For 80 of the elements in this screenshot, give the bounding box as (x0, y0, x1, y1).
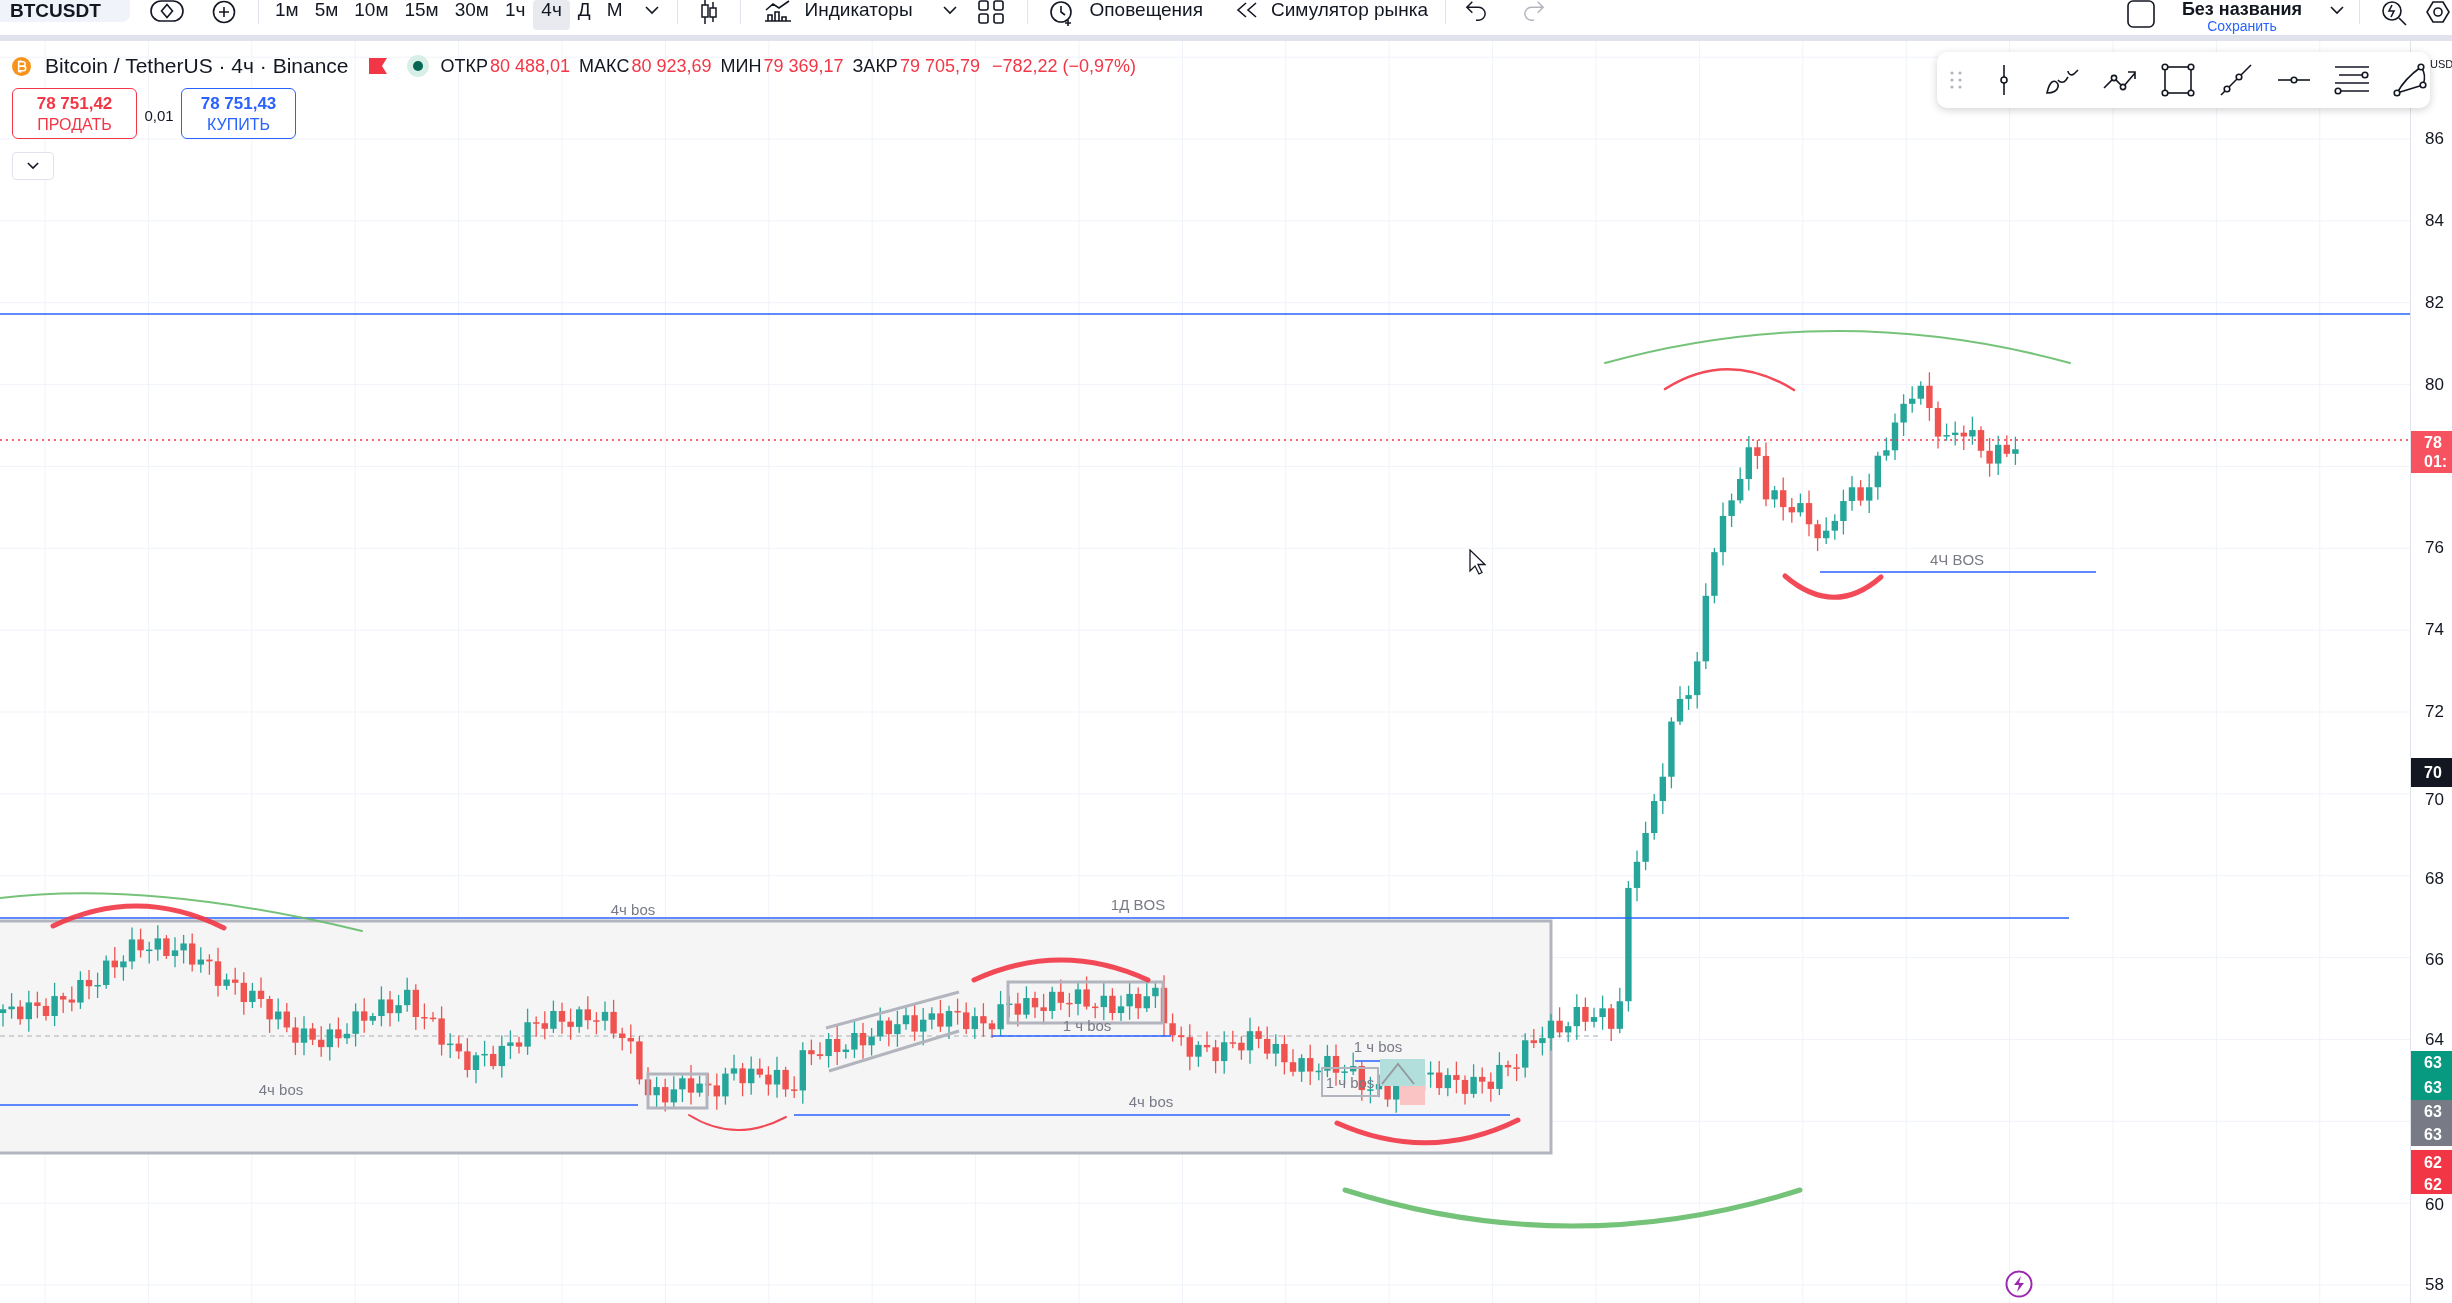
sell-button[interactable]: 78 751,42 ПРОДАТЬ (12, 88, 137, 139)
ohlc-value: 80 488,01 (490, 55, 571, 78)
currency-label: USD (2430, 57, 2452, 71)
collapse-button[interactable] (12, 152, 54, 180)
trend-line-icon[interactable] (2218, 62, 2254, 98)
drawing-label: 4ч bos (258, 1080, 304, 1098)
buy-button[interactable]: 78 751,43 КУПИТЬ (181, 88, 296, 139)
chevron-down-icon[interactable] (2330, 6, 2344, 15)
tag-text: 01: (2424, 452, 2449, 471)
arc-icon[interactable] (2392, 62, 2428, 98)
square-icon[interactable] (2126, 0, 2156, 28)
price-label: 68 (2425, 869, 2444, 889)
rewind-icon (1235, 2, 1259, 18)
coin-icon (12, 56, 31, 76)
drag-handle-icon[interactable] (1950, 71, 1962, 89)
interval-tab[interactable]: 10м (346, 0, 397, 30)
ohlc-value: 80 923,69 (631, 55, 712, 78)
replay-button[interactable]: Симулятор рынка (1235, 0, 1428, 20)
interval-tab[interactable]: 15м (396, 0, 447, 30)
grid-icon[interactable] (976, 0, 1005, 24)
chevron-down-icon[interactable] (942, 6, 957, 15)
tag-text: 63 (2424, 1102, 2443, 1121)
price-label: 58 (2425, 1275, 2444, 1295)
drawing-label: 4Ч BOS (1929, 550, 1985, 568)
tag-text: 70 (2424, 763, 2443, 782)
indicators-button[interactable]: Индикаторы (762, 0, 913, 22)
drawing-label: 4ч bos (1128, 1092, 1174, 1110)
price-label: 76 (2425, 538, 2444, 558)
tag-text: 63 (2424, 1125, 2443, 1144)
price-label: 64 (2425, 1030, 2444, 1050)
interval-tab[interactable]: М (598, 0, 631, 30)
candlestick-icon[interactable] (699, 0, 718, 24)
ohlc-label: МАКС (579, 55, 630, 78)
tag-text: 62 (2424, 1152, 2443, 1172)
symbol-title: Bitcoin / TetherUS · 4ч · Binance (45, 54, 349, 78)
layout-name-button[interactable]: Без названия Сохранить (2176, 0, 2308, 34)
price-label: 70 (2425, 790, 2444, 810)
ohlc-value: 79 369,17 (763, 55, 844, 78)
price-label: 82 (2425, 293, 2444, 313)
drawing-label: 1Д BOS (1110, 895, 1166, 913)
chevron-down-icon (27, 162, 39, 170)
chart-icon (762, 0, 793, 22)
ohlc-label: ЗАКР (852, 55, 898, 78)
drawing-label: 4ч bos (610, 900, 656, 918)
interval-tab[interactable]: 1ч (496, 0, 534, 30)
cursor-icon (1469, 549, 1487, 575)
ohlc-label: МИН (720, 55, 762, 78)
chevron-down-icon[interactable] (644, 6, 659, 15)
undo-icon[interactable] (1464, 0, 1488, 22)
price-label: 72 (2425, 702, 2444, 722)
price-label: 74 (2425, 620, 2444, 640)
price-label: 84 (2425, 211, 2444, 231)
price-label: 86 (2425, 129, 2444, 149)
tag-text: 63 (2424, 1077, 2443, 1097)
price-label: 80 (2425, 375, 2444, 395)
price-label: 60 (2425, 1195, 2444, 1215)
lightning-icon[interactable] (2005, 1270, 2033, 1298)
interval-tab[interactable]: 1м (267, 0, 307, 30)
plus-circle-icon[interactable] (212, 0, 236, 24)
ohlc-value: 79 705,79 (899, 55, 980, 78)
rectangle-icon[interactable] (2160, 62, 2196, 98)
settings-icon[interactable] (2426, 0, 2450, 24)
status-dot-icon (406, 55, 429, 77)
drawing-label: 1 ч bos (1062, 1016, 1112, 1034)
tag-text: 62 (2424, 1174, 2443, 1194)
interval-tab[interactable]: 4ч (533, 0, 570, 30)
flag-icon[interactable] (368, 58, 387, 74)
interval-tab[interactable]: 5м (306, 0, 347, 30)
alerts-button[interactable]: Оповещения (1047, 0, 1203, 26)
symbol-search-button[interactable]: BTCUSDT (0, 0, 130, 22)
price-label: 66 (2425, 950, 2444, 970)
spread-value: 0,01 (143, 106, 175, 127)
interval-tab[interactable]: 30м (446, 0, 497, 30)
tag-text: 63 (2424, 1053, 2443, 1072)
interval-tab[interactable]: Д (569, 0, 599, 30)
ohlc-label: ОТКР (440, 55, 489, 78)
price-change: −782,22 (−0,97%) (991, 55, 1137, 78)
tag-text: 78 (2424, 433, 2443, 452)
drawing-label: 1 ч bos (1353, 1037, 1403, 1055)
rectangle-drawing (646, 1072, 709, 1110)
